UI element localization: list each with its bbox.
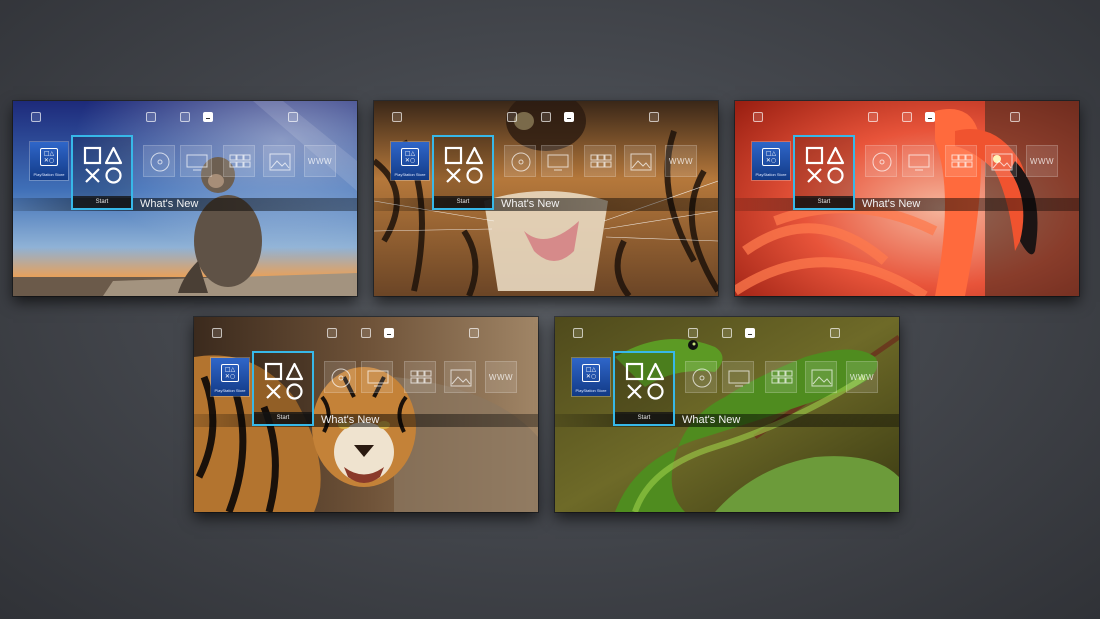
capture-gallery-icon[interactable] [985, 145, 1017, 177]
disc-icon[interactable] [685, 361, 717, 393]
disc-icon[interactable] [143, 145, 175, 177]
capture-gallery-icon[interactable] [624, 145, 656, 177]
disc-icon[interactable] [865, 145, 897, 177]
start-label: Start [434, 196, 492, 208]
internet-browser-icon[interactable]: WWW [485, 361, 517, 393]
playstation-store-tile[interactable]: □△ ✕○ PlayStation Store [30, 142, 68, 180]
theme-preview-tiger[interactable]: □△ ✕○ PlayStation Store Start WWW What's … [194, 317, 538, 512]
start-label: Start [795, 196, 853, 208]
capture-gallery-icon[interactable] [805, 361, 837, 393]
playstation-store-tile[interactable]: □△ ✕○ PlayStation Store [391, 142, 429, 180]
settings-icon[interactable] [288, 112, 298, 122]
start-label: Start [254, 412, 312, 424]
theme-preview-monkey[interactable]: □△ ✕○ PlayStation Store Start WWW What's … [13, 101, 357, 296]
disc-icon[interactable] [504, 145, 536, 177]
function-bar [13, 101, 357, 131]
whats-new-tile[interactable]: Start [71, 135, 133, 210]
friends-icon[interactable] [327, 328, 337, 338]
start-label: Start [615, 412, 673, 424]
whats-new-title: What's New [682, 414, 741, 426]
notification-icon[interactable] [212, 328, 222, 338]
disc-icon[interactable] [324, 361, 356, 393]
store-label: PlayStation Store [394, 172, 426, 177]
capture-gallery-icon[interactable] [444, 361, 476, 393]
messages-icon[interactable] [180, 112, 190, 122]
function-bar [374, 101, 718, 131]
tv-video-icon[interactable] [180, 145, 212, 177]
store-label: PlayStation Store [575, 388, 607, 393]
ps-store-bag-icon: □△ ✕○ [762, 148, 780, 166]
friends-icon[interactable] [507, 112, 517, 122]
whats-new-tile[interactable]: Start [252, 351, 314, 426]
tv-video-icon[interactable] [541, 145, 573, 177]
library-icon[interactable] [945, 145, 977, 177]
playstation-store-tile[interactable]: □△ ✕○ PlayStation Store [572, 358, 610, 396]
whats-new-tile[interactable]: Start [793, 135, 855, 210]
ps-symbols-icon [444, 146, 484, 184]
messages-icon[interactable] [541, 112, 551, 122]
notification-icon[interactable] [573, 328, 583, 338]
whats-new-title: What's New [501, 198, 560, 210]
friends-icon[interactable] [146, 112, 156, 122]
store-label: PlayStation Store [33, 172, 65, 177]
function-bar [194, 317, 538, 347]
whats-new-tile[interactable]: Start [613, 351, 675, 426]
start-label: Start [73, 196, 131, 208]
ps-symbols-icon [264, 362, 304, 400]
messages-icon[interactable] [722, 328, 732, 338]
settings-icon[interactable] [469, 328, 479, 338]
settings-icon[interactable] [830, 328, 840, 338]
friends-icon[interactable] [868, 112, 878, 122]
store-label: PlayStation Store [755, 172, 787, 177]
playstation-store-tile[interactable]: □△ ✕○ PlayStation Store [211, 358, 249, 396]
profile-icon[interactable] [384, 328, 394, 338]
tv-video-icon[interactable] [902, 145, 934, 177]
messages-icon[interactable] [902, 112, 912, 122]
whats-new-title: What's New [321, 414, 380, 426]
whats-new-tile[interactable]: Start [432, 135, 494, 210]
library-icon[interactable] [584, 145, 616, 177]
whats-new-title: What's New [140, 198, 199, 210]
ps-store-bag-icon: □△ ✕○ [582, 364, 600, 382]
notification-icon[interactable] [753, 112, 763, 122]
internet-browser-icon[interactable]: WWW [1026, 145, 1058, 177]
whats-new-title: What's New [862, 198, 921, 210]
function-bar [555, 317, 899, 347]
ps-store-bag-icon: □△ ✕○ [221, 364, 239, 382]
profile-icon[interactable] [745, 328, 755, 338]
theme-preview-flamingo[interactable]: □△ ✕○ PlayStation Store Start WWW What's … [735, 101, 1079, 296]
function-bar [735, 101, 1079, 131]
friends-icon[interactable] [688, 328, 698, 338]
library-icon[interactable] [223, 145, 255, 177]
tv-video-icon[interactable] [722, 361, 754, 393]
internet-browser-icon[interactable]: WWW [665, 145, 697, 177]
profile-icon[interactable] [564, 112, 574, 122]
tv-video-icon[interactable] [361, 361, 393, 393]
messages-icon[interactable] [361, 328, 371, 338]
theme-preview-snake[interactable]: □△ ✕○ PlayStation Store Start WWW What's … [555, 317, 899, 512]
ps-symbols-icon [83, 146, 123, 184]
capture-gallery-icon[interactable] [263, 145, 295, 177]
ps-symbols-icon [805, 146, 845, 184]
playstation-store-tile[interactable]: □△ ✕○ PlayStation Store [752, 142, 790, 180]
profile-icon[interactable] [203, 112, 213, 122]
ps-store-bag-icon: □△ ✕○ [401, 148, 419, 166]
store-label: PlayStation Store [214, 388, 246, 393]
theme-preview-tiger-closeup[interactable]: □△ ✕○ PlayStation Store Start WWW What's … [374, 101, 718, 296]
library-icon[interactable] [765, 361, 797, 393]
settings-icon[interactable] [649, 112, 659, 122]
notification-icon[interactable] [392, 112, 402, 122]
settings-icon[interactable] [1010, 112, 1020, 122]
internet-browser-icon[interactable]: WWW [304, 145, 336, 177]
internet-browser-icon[interactable]: WWW [846, 361, 878, 393]
profile-icon[interactable] [925, 112, 935, 122]
library-icon[interactable] [404, 361, 436, 393]
ps-store-bag-icon: □△ ✕○ [40, 148, 58, 166]
ps-symbols-icon [625, 362, 665, 400]
notification-icon[interactable] [31, 112, 41, 122]
